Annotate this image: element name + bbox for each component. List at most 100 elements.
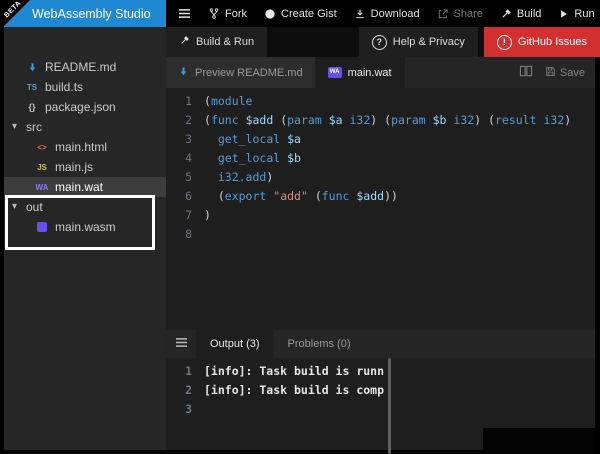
sidebar-item-build-ts[interactable]: TS build.ts (4, 77, 166, 97)
code-line: 3 get_local $a (166, 130, 595, 149)
docs-button[interactable] (519, 65, 533, 80)
hamburger-menu-icon (175, 335, 188, 353)
code-text: (module (204, 94, 253, 108)
line-number: 3 (185, 402, 192, 416)
code-line: 6 (export "add" (func $add)) (166, 187, 595, 206)
output-line: 3 (166, 400, 595, 419)
fork-button[interactable]: Fork (208, 7, 247, 20)
json-file-icon: {} (28, 102, 36, 112)
build-button[interactable]: Build (500, 8, 541, 20)
tab-problems[interactable]: Problems (0) (274, 330, 365, 358)
warning-icon: ! (496, 34, 512, 50)
fork-icon (208, 7, 220, 20)
html-file-icon: <> (37, 142, 47, 152)
sidebar-item-main-wasm[interactable]: main.wasm (4, 217, 166, 237)
sidebar-folder-out[interactable]: ▾ out (4, 197, 166, 217)
share-button[interactable]: Share (437, 8, 483, 20)
sidebar-item-package-json[interactable]: {} package.json (4, 97, 166, 117)
file-name: main.js (55, 160, 94, 174)
file-name: build.ts (45, 80, 84, 94)
share-icon (437, 8, 449, 20)
line-number: 4 (185, 151, 192, 165)
preview-arrow-icon (178, 66, 189, 80)
build-and-run-label: Build & Run (196, 36, 255, 48)
chevron-down-icon: ▾ (12, 121, 18, 132)
code-line: 8 (166, 225, 595, 244)
output-panel-header: Output (3) Problems (0) (166, 330, 595, 358)
tab-label: main.wat (347, 66, 392, 79)
file-name: package.json (45, 100, 116, 114)
code-text: get_local $a (217, 132, 301, 146)
output-line: 2 [info]: Task build is comp (166, 381, 595, 400)
panel-menu-button[interactable] (166, 330, 196, 358)
output-text: [info]: Task build is runn (204, 364, 385, 378)
save-label: Save (559, 66, 585, 79)
code-line: 2 (func $add (param $a i32) (param $b i32… (166, 111, 595, 130)
folder-name: src (26, 120, 42, 134)
wasm-file-icon (34, 222, 50, 232)
run-label: Run (574, 7, 595, 20)
save-floppy-icon (545, 66, 556, 80)
code-text: i32.add) (217, 170, 274, 184)
code-text: (func $add (param $a i32) (param $b i32)… (204, 113, 572, 127)
tab-label: Preview README.md (195, 66, 303, 79)
sidebar-item-main-html[interactable]: <> main.html (4, 137, 166, 157)
wat-file-icon: WA (35, 182, 49, 192)
build-hammer-icon (500, 8, 512, 20)
tab-main-wat[interactable]: WA main.wat (315, 57, 405, 88)
github-icon (264, 8, 276, 20)
output-line: 1 [info]: Task build is runn (166, 362, 595, 381)
wat-file-icon: WA (327, 67, 342, 78)
sidebar-item-main-js[interactable]: JS main.js (4, 157, 166, 177)
tab-output[interactable]: Output (3) (196, 330, 274, 358)
file-name: main.html (55, 140, 108, 154)
tab-controls: Save (519, 57, 595, 88)
code-line: 5 i32.add) (166, 168, 595, 187)
fork-label: Fork (225, 7, 247, 20)
readme-preview-icon (24, 62, 40, 73)
line-number: 5 (185, 170, 192, 184)
bottom-right-corner (483, 428, 595, 454)
help-privacy-button[interactable]: ? Help & Privacy (358, 27, 478, 57)
line-number: 2 (185, 383, 192, 397)
build-and-run-button[interactable]: Build & Run (166, 27, 268, 57)
output-console[interactable]: 1 [info]: Task build is runn 2 [info]: Tas… (166, 358, 595, 454)
sidebar-folder-src[interactable]: ▾ src (4, 117, 166, 137)
create-gist-button[interactable]: Create Gist (264, 8, 337, 20)
build-label: Build (516, 7, 542, 20)
output-panel: Output (3) Problems (0) 1 [info]: Task bu… (166, 330, 595, 454)
download-button[interactable]: Download (354, 8, 420, 20)
editor-area: Preview README.md WA main.wat Save 1 (mod… (166, 57, 595, 454)
hamburger-menu-icon (178, 8, 191, 19)
secondary-toolbar: Build & Run ? Help & Privacy ! GitHub Is… (166, 27, 600, 57)
menu-button[interactable] (178, 8, 191, 19)
line-number: 7 (185, 208, 192, 222)
github-issues-button[interactable]: ! GitHub Issues (483, 27, 600, 57)
folder-name: out (26, 200, 43, 214)
javascript-file-icon: JS (37, 162, 47, 172)
webassembly-studio-window: WebAssembly Studio BETA Fork Create Gist… (0, 0, 600, 454)
download-label: Download (370, 7, 420, 20)
code-line: 7) (166, 206, 595, 225)
line-number: 3 (185, 132, 192, 146)
run-play-icon (558, 8, 569, 20)
sidebar-item-readme[interactable]: README.md (4, 57, 166, 77)
sidebar-item-main-wat[interactable]: WA main.wat (4, 177, 166, 197)
file-name: main.wasm (55, 220, 116, 234)
file-name: README.md (45, 60, 117, 74)
github-issues-label: GitHub Issues (517, 36, 587, 48)
help-privacy-label: Help & Privacy (392, 36, 465, 48)
save-button[interactable]: Save (545, 66, 585, 80)
code-text: get_local $b (217, 151, 301, 165)
secondary-bar-spacer (267, 27, 359, 57)
tab-preview-readme[interactable]: Preview README.md (166, 57, 316, 88)
chevron-down-icon: ▾ (12, 201, 18, 212)
line-number: 1 (185, 94, 192, 108)
run-button[interactable]: Run (558, 7, 595, 20)
code-editor[interactable]: 1 (module 2 (func $add (param $a i32) (par… (166, 88, 595, 334)
download-icon (354, 8, 366, 20)
output-scrollbar[interactable] (388, 358, 391, 454)
code-text: (export "add" (func $add)) (204, 189, 398, 203)
tab-label: Problems (0) (287, 338, 351, 350)
